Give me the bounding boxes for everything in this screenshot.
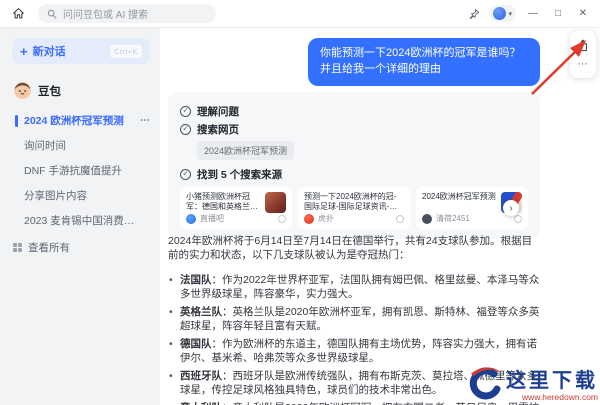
- sidebar: + 新对话 Ctrl+K 豆包 2024 欧洲杯冠军预测 ⋯ 询问时间 DNF …: [0, 28, 160, 405]
- source-site: 清荷2451: [436, 214, 470, 223]
- chevron-right-icon: ›: [509, 202, 513, 214]
- citation-icon: [396, 214, 404, 223]
- site-favicon: [422, 213, 432, 224]
- source-site: 直播吧: [200, 214, 224, 223]
- watermark-logo-icon: [469, 367, 501, 400]
- source-title: 2024欧洲杯冠军预测: [422, 192, 496, 201]
- user-avatar: [493, 7, 507, 20]
- watermark: 这里下载 www.heredown.com: [464, 365, 598, 403]
- check-icon: ✓: [180, 169, 191, 180]
- close-button[interactable]: ✕: [575, 6, 591, 22]
- conversation-item-active[interactable]: 2024 欧洲杯冠军预测 ⋯: [0, 108, 160, 133]
- site-favicon: [186, 213, 196, 224]
- site-favicon: [304, 213, 314, 224]
- list-item: 法国队：作为2022年世界杯亚军，法国队拥有姆巴佩、格里兹曼、本泽马等众多世界级…: [168, 273, 542, 301]
- doubao-avatar: [14, 82, 31, 99]
- watermark-text-block: 这里下载 www.heredown.com: [506, 365, 598, 402]
- chat-area: 你能预测一下2024欧洲杯的冠军是谁吗？并且给我一个详细的理由 ⋯ ✓ 理解问题…: [160, 28, 600, 405]
- more-actions-button[interactable]: ⋯: [578, 59, 589, 70]
- view-all-button[interactable]: 查看所有: [0, 234, 160, 260]
- home-icon: [12, 8, 24, 19]
- step-understand[interactable]: ✓ 理解问题: [180, 104, 528, 119]
- source-site: 虎扑: [318, 214, 334, 223]
- search-input[interactable]: 问问豆包或 AI 搜索: [38, 4, 216, 23]
- conversation-label: DNF 手游抗魔值提升: [24, 165, 122, 177]
- share-button[interactable]: [577, 39, 589, 52]
- check-icon: ✓: [180, 106, 191, 117]
- conversation-list: 2024 欧洲杯冠军预测 ⋯ 询问时间 DNF 手游抗魔值提升 分享图片内容 2…: [0, 108, 160, 260]
- source-thumbnail: [265, 192, 286, 213]
- share-icon: [579, 39, 587, 51]
- pin-button[interactable]: [468, 8, 480, 20]
- source-title: 预测一下2024欧洲杯的冠-国际足球-国际足球资讯-虎扑社区: [304, 192, 398, 212]
- list-item: 德国队：作为欧洲杯的东道主，德国队拥有主场优势，阵容实力强大，拥有诺伊尔、基米希…: [168, 337, 542, 365]
- sources-carousel: 小猪预测欧洲杯冠军：德国和英格兰会师决赛，... 直播吧 预测一下2024欧洲杯…: [180, 187, 528, 229]
- bot-section-header[interactable]: 豆包: [14, 82, 160, 99]
- minimize-button[interactable]: —: [525, 6, 541, 22]
- bot-section-label: 豆包: [38, 85, 61, 98]
- list-item: 英格兰队：英格兰队是2020年欧洲杯亚军，拥有凯恩、斯特林、福登等众多英超球星，…: [168, 305, 542, 333]
- check-icon: ✓: [180, 124, 191, 135]
- conversation-item[interactable]: 询问时间: [0, 133, 160, 158]
- step-search[interactable]: ✓ 搜索网页: [180, 122, 528, 137]
- plus-icon: +: [20, 43, 28, 59]
- conversation-item[interactable]: 分享图片内容: [0, 183, 160, 208]
- new-chat-shortcut-badge: Ctrl+K: [109, 44, 142, 58]
- conversation-label: 2023 麦肯锡中国消费者报告...: [24, 215, 160, 227]
- carousel-next-button[interactable]: ›: [503, 200, 519, 216]
- search-icon: [47, 9, 57, 18]
- message-actions: ⋯: [570, 31, 596, 78]
- view-all-label: 查看所有: [28, 242, 70, 254]
- source-card[interactable]: 预测一下2024欧洲杯的冠-国际足球-国际足球资讯-虎扑社区 虎扑: [298, 187, 410, 229]
- conversation-label: 询问时间: [24, 140, 66, 152]
- more-icon[interactable]: ⋯: [140, 115, 151, 126]
- ai-search-card: ✓ 理解问题 ✓ 搜索网页 2024欧洲杯冠军预测 ✓ 找到 5 个搜索来源 小…: [168, 92, 540, 239]
- grid-icon: [13, 243, 22, 252]
- conversation-label: 2024 欧洲杯冠军预测: [24, 115, 124, 127]
- home-button[interactable]: [8, 4, 28, 24]
- citation-icon: [278, 214, 286, 223]
- titlebar: 问问豆包或 AI 搜索 ▾ — □ ✕: [0, 0, 600, 28]
- source-title: 小猪预测欧洲杯冠军：德国和英格兰会师决赛，...: [186, 192, 258, 213]
- citation-icon: [514, 214, 522, 223]
- conversation-item[interactable]: 2023 麦肯锡中国消费者报告...: [0, 208, 160, 233]
- search-placeholder: 问问豆包或 AI 搜索: [63, 10, 149, 21]
- pin-icon: [470, 8, 480, 19]
- user-message-bubble: 你能预测一下2024欧洲杯的冠军是谁吗？并且给我一个详细的理由: [308, 38, 540, 86]
- step-sources[interactable]: ✓ 找到 5 个搜索来源: [180, 167, 528, 182]
- new-chat-button[interactable]: + 新对话 Ctrl+K: [12, 38, 150, 64]
- account-menu[interactable]: ▾: [489, 5, 516, 22]
- chevron-down-icon: ▾: [508, 10, 512, 18]
- watermark-title: 这里下载: [506, 368, 598, 392]
- new-chat-label: 新对话: [32, 46, 66, 58]
- search-query-chip[interactable]: 2024欧洲杯冠军预测: [197, 141, 295, 160]
- conversation-item[interactable]: DNF 手游抗魔值提升: [0, 158, 160, 183]
- watermark-url: www.heredown.com: [521, 392, 598, 402]
- titlebar-controls: ▾ — □ ✕: [468, 5, 591, 22]
- answer-intro: 2024年欧洲杯将于6月14日至7月14日在德国举行，共有24支球队参加。根据目…: [168, 235, 533, 261]
- conversation-label: 分享图片内容: [24, 190, 87, 202]
- source-card[interactable]: 小猪预测欧洲杯冠军：德国和英格兰会师决赛，... 直播吧: [180, 187, 292, 229]
- maximize-button[interactable]: □: [550, 6, 566, 22]
